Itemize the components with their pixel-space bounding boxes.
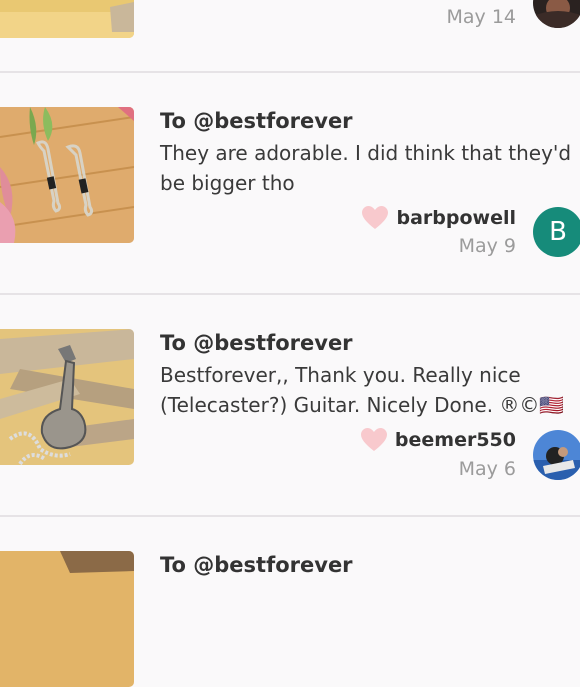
product-thumbnail[interactable] — [0, 0, 134, 38]
user-avatar[interactable] — [533, 0, 580, 28]
heart-icon[interactable] — [362, 206, 389, 230]
review-feed: May 14 To @bestforever They are adorable… — [0, 0, 580, 687]
divider — [0, 515, 580, 517]
review-date: May 14 — [446, 6, 517, 28]
product-thumbnail[interactable] — [0, 329, 134, 465]
author-row: barbpowell — [362, 206, 516, 230]
author-row: beemer550 — [360, 428, 516, 452]
product-thumbnail[interactable] — [0, 551, 134, 687]
review-message: Bestforever,, Thank you. Really nice (Te… — [160, 363, 565, 417]
review-date: May 9 — [458, 235, 516, 257]
review-date: May 6 — [458, 458, 516, 480]
username[interactable]: beemer550 — [395, 429, 516, 451]
username[interactable]: barbpowell — [396, 207, 516, 229]
heart-icon[interactable] — [360, 428, 387, 452]
recipient-line[interactable]: To @bestforever — [160, 331, 353, 355]
recipient-line[interactable]: To @bestforever — [160, 109, 353, 133]
divider — [0, 293, 580, 295]
user-avatar[interactable] — [533, 430, 580, 480]
recipient-line[interactable]: To @bestforever — [160, 553, 353, 577]
review-message: They are adorable. I did think that they… — [160, 141, 572, 195]
product-thumbnail[interactable] — [0, 107, 134, 243]
divider — [0, 71, 580, 73]
user-avatar[interactable]: B — [533, 207, 580, 257]
